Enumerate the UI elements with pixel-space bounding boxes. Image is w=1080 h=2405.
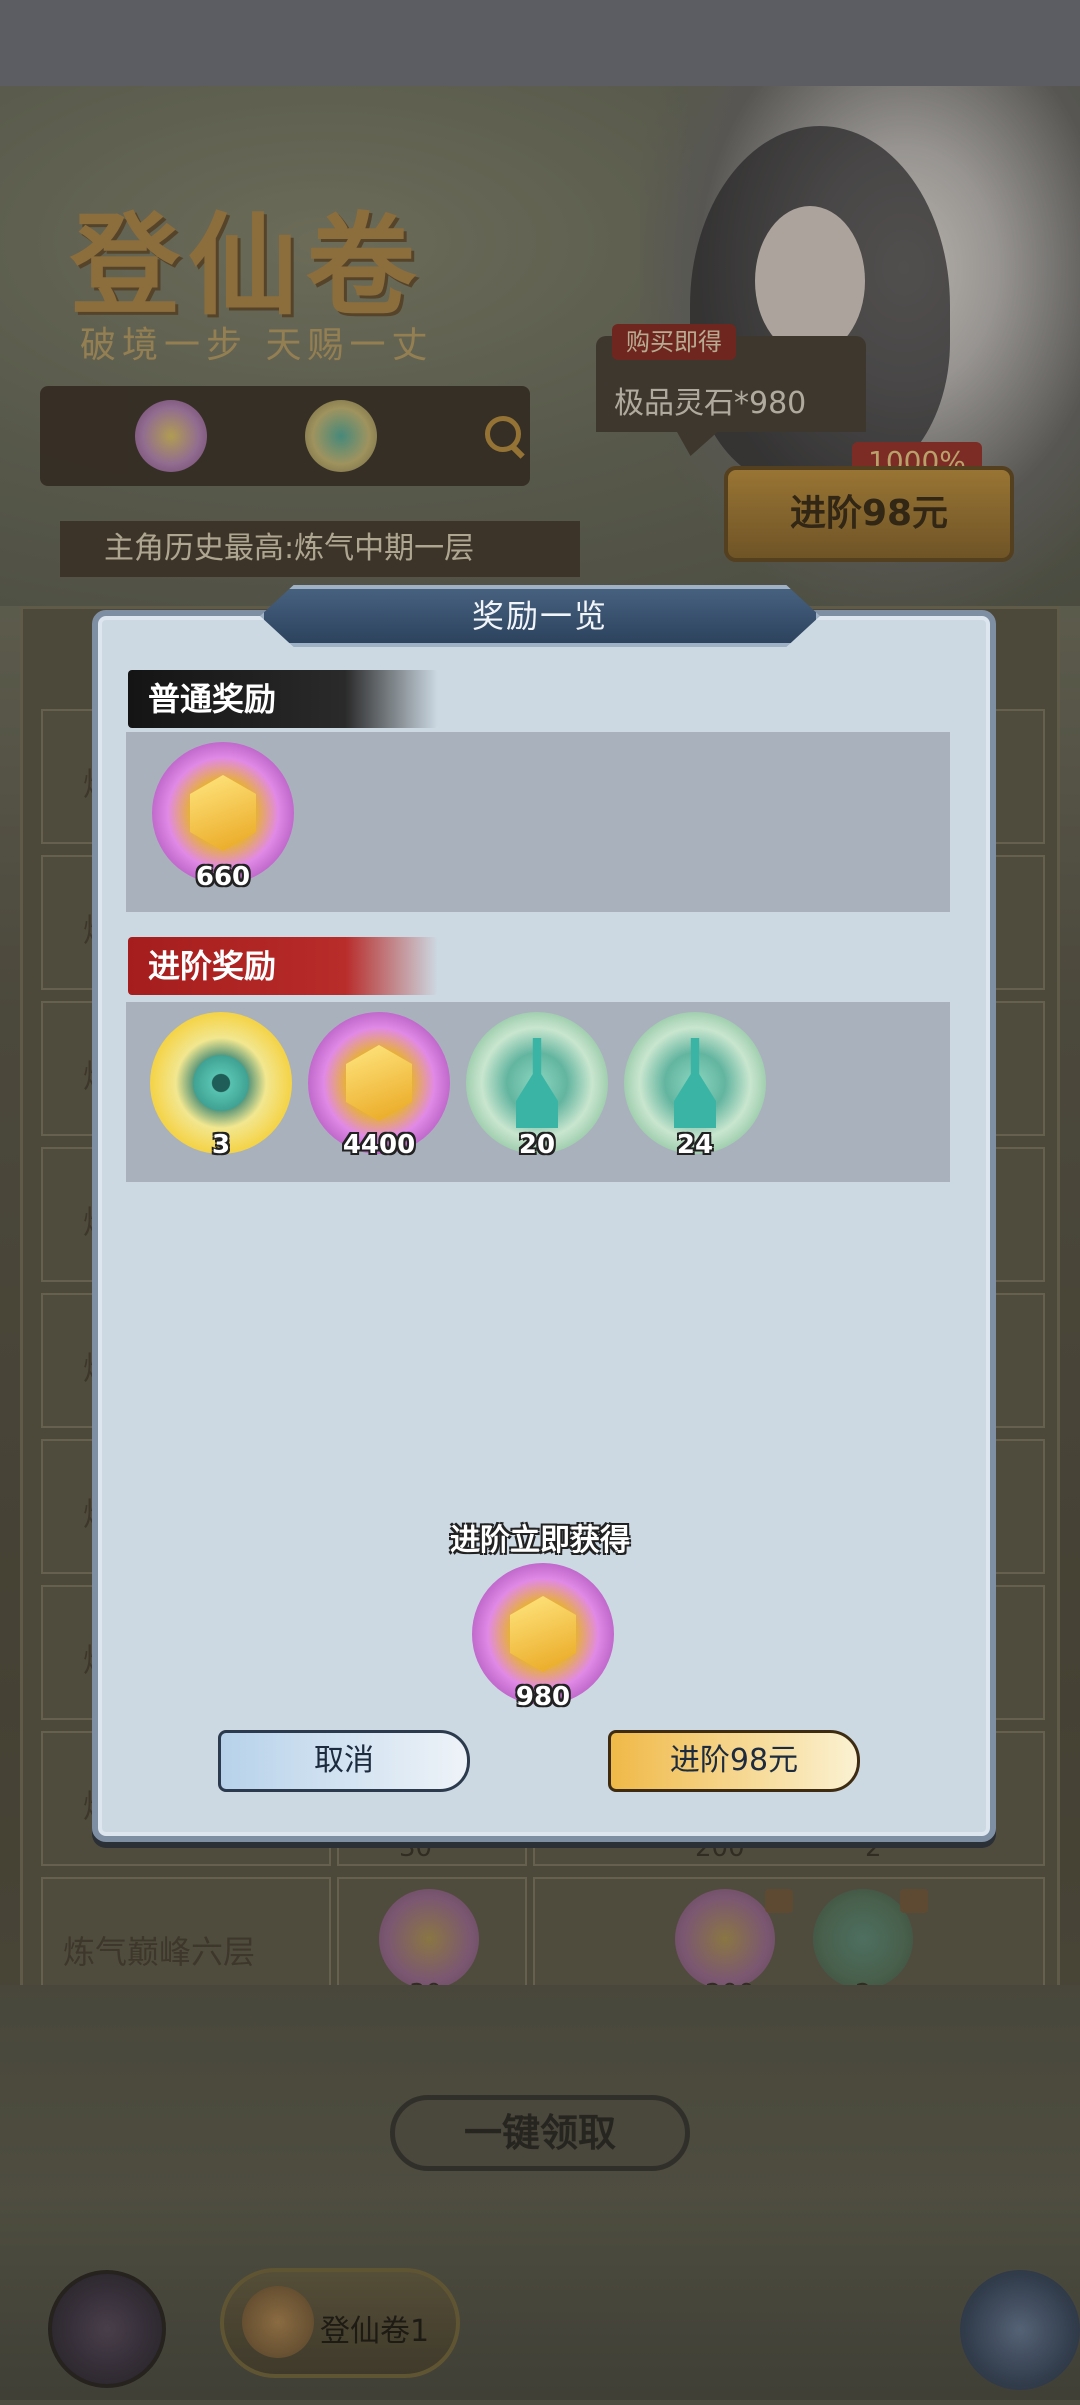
bottle-shape xyxy=(516,1038,558,1128)
cancel-button[interactable]: 取消 xyxy=(218,1730,470,1792)
reward-count: 24 xyxy=(676,1130,714,1160)
jade-shape xyxy=(193,1055,249,1111)
instant-reward-label: 进阶立即获得 xyxy=(450,1523,630,1558)
reward-count: 4400 xyxy=(342,1130,416,1160)
normal-reward-tag: 普通奖励 xyxy=(128,670,438,728)
normal-reward-band: 660 xyxy=(126,732,950,912)
gem-shape xyxy=(510,1596,576,1672)
gem-shape xyxy=(190,775,256,851)
status-bar xyxy=(0,0,1080,86)
reward-count: 3 xyxy=(211,1130,231,1160)
reward-count: 20 xyxy=(518,1130,556,1160)
advanced-reward-band: 3 4400 20 24 xyxy=(126,1002,950,1182)
gem-shape xyxy=(346,1045,412,1121)
reward-count: 980 xyxy=(515,1682,571,1712)
bottle-shape xyxy=(674,1038,716,1128)
modal-title: 奖励一览 xyxy=(471,597,608,635)
reward-count: 660 xyxy=(195,862,251,892)
advanced-reward-tag: 进阶奖励 xyxy=(128,937,438,995)
advance-button[interactable]: 进阶98元 xyxy=(608,1730,860,1792)
